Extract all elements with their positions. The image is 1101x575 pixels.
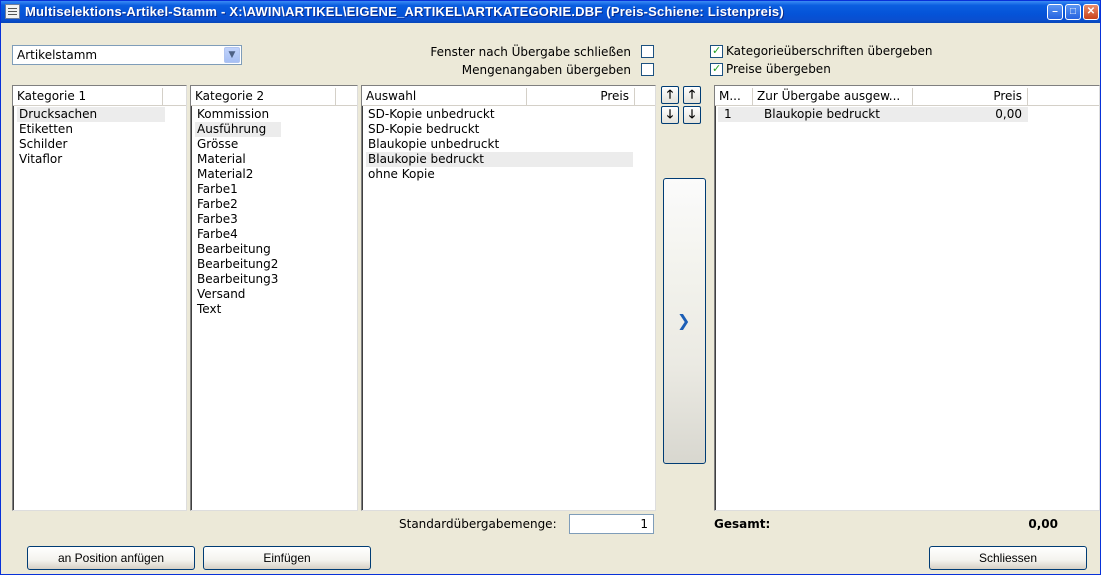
list-item[interactable]: SD-Kopie bedruckt [366,122,479,137]
transfer-col-m[interactable]: M... [715,88,753,106]
kategorie2-list[interactable]: Kategorie 2 Kommission Ausführung Grösse… [190,85,358,511]
source-dropdown-value: Artikelstamm [17,48,98,62]
window-title: Multiselektions-Artikel-Stamm - X:\AWIN\… [25,4,784,19]
kategorie2-header-row: Kategorie 2 [191,86,357,106]
auswahl-list[interactable]: Auswahl Preis SD-Kopie unbedruckt SD-Kop… [361,85,656,511]
transfer-row-name: Blaukopie bedruckt [764,107,880,121]
table-row[interactable]: 1 Blaukopie bedruckt 0,00 [718,107,1028,122]
kategorie1-list[interactable]: Kategorie 1 Drucksachen Etiketten Schild… [12,85,187,511]
insert-button[interactable]: Einfügen [203,546,371,570]
transfer-quantities-checkbox[interactable] [641,63,654,76]
list-item[interactable]: Farbe4 [195,227,238,242]
transfer-header-row: M... Zur Übergabe ausgew... Preis [715,86,1099,106]
list-item[interactable]: Farbe3 [195,212,238,227]
list-item[interactable]: Blaukopie unbedruckt [366,137,499,152]
minimize-button[interactable]: – [1047,4,1063,20]
list-item[interactable]: Text [195,302,221,317]
category-headers-checkbox[interactable] [710,44,723,58]
append-at-position-button[interactable]: an Position anfügen [27,546,195,570]
auswahl-header[interactable]: Auswahl [362,88,527,106]
list-item[interactable]: Drucksachen [17,107,165,122]
list-item[interactable]: Blaukopie bedruckt [366,152,633,167]
close-window-button[interactable]: ✕ [1083,4,1099,20]
move-up-left-button[interactable]: 🡑 [661,86,679,104]
list-item[interactable]: Kommission [195,107,269,122]
list-item[interactable]: Schilder [17,137,67,152]
maximize-button[interactable]: □ [1065,4,1081,20]
kategorie1-header-row: Kategorie 1 [13,86,186,106]
list-item[interactable]: Etiketten [17,122,73,137]
total-value: 0,00 [1028,517,1058,531]
list-item[interactable]: Farbe1 [195,182,238,197]
move-up-right-button[interactable]: 🡑 [683,86,701,104]
kategorie2-header[interactable]: Kategorie 2 [191,88,336,106]
list-item[interactable]: Bearbeitung2 [195,257,278,272]
total-label: Gesamt: [714,517,771,531]
list-item[interactable]: Bearbeitung3 [195,272,278,287]
category-headers-label: Kategorieüberschriften übergeben [726,44,933,58]
move-down-right-button[interactable]: 🡓 [683,106,701,124]
auswahl-header-row: Auswahl Preis [362,86,655,106]
transfer-row-m: 1 [724,107,732,121]
kategorie1-header[interactable]: Kategorie 1 [13,88,163,106]
list-item[interactable]: Grösse [195,137,238,152]
transfer-button[interactable]: ❯ [663,178,706,464]
window-app-icon[interactable] [5,4,20,19]
list-item[interactable]: Versand [195,287,245,302]
list-item[interactable]: Farbe2 [195,197,238,212]
transfer-row-price: 0,00 [995,107,1022,121]
list-item[interactable]: Material [195,152,246,167]
list-item[interactable]: SD-Kopie unbedruckt [366,107,495,122]
default-qty-label: Standardübergabemenge: [399,517,557,531]
main-window: Multiselektions-Artikel-Stamm - X:\AWIN\… [0,0,1101,575]
transfer-prices-label: Preise übergeben [726,62,831,76]
transfer-prices-checkbox[interactable] [710,62,723,76]
list-item[interactable]: Vitaflor [17,152,62,167]
chevron-right-icon: ❯ [677,311,691,330]
close-after-transfer-checkbox[interactable] [641,45,654,58]
move-down-left-button[interactable]: 🡓 [661,106,679,124]
list-item[interactable]: ohne Kopie [366,167,435,182]
chevron-down-icon[interactable]: ▼ [224,47,240,63]
list-item[interactable]: Ausführung [195,122,281,137]
list-item[interactable]: Bearbeitung [195,242,271,257]
list-item[interactable]: Material2 [195,167,253,182]
close-button[interactable]: Schliessen [929,546,1087,570]
transfer-quantities-label: Mengenangaben übergeben [461,63,631,77]
auswahl-price-header[interactable]: Preis [527,88,635,106]
close-after-transfer-label: Fenster nach Übergabe schließen [430,45,631,59]
source-dropdown[interactable]: Artikelstamm ▼ [12,45,242,65]
transfer-col-name[interactable]: Zur Übergabe ausgew... [753,88,913,106]
default-qty-input[interactable]: 1 [569,514,654,534]
transfer-list[interactable]: M... Zur Übergabe ausgew... Preis 1 Blau… [714,85,1100,511]
title-bar: Multiselektions-Artikel-Stamm - X:\AWIN\… [1,1,1100,23]
transfer-col-price[interactable]: Preis [913,88,1028,106]
